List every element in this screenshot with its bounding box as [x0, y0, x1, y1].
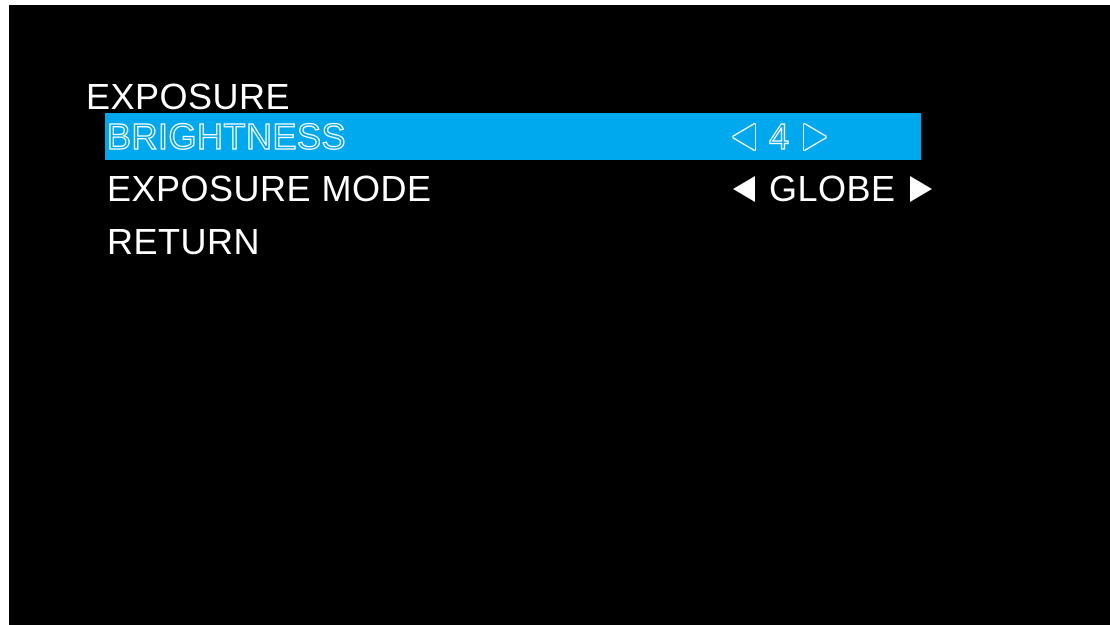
brightness-value-selector[interactable]: 4 [733, 113, 826, 160]
menu-item-return[interactable]: RETURN [105, 218, 505, 265]
left-triangle-icon[interactable] [733, 175, 755, 202]
left-triangle-icon[interactable] [733, 123, 755, 150]
right-triangle-icon[interactable] [909, 175, 932, 202]
menu-item-label: BRIGHTNESS [106, 115, 347, 157]
exposure-mode-value: GLOBE [769, 168, 896, 209]
osd-screen: EXPOSURE BRIGHTNESS 4 EXPOSURE MODE GLOB… [9, 5, 1110, 625]
menu-item-exposure-mode[interactable]: EXPOSURE MODE GLOBE [105, 165, 1005, 212]
exposure-mode-value-selector[interactable]: GLOBE [733, 165, 932, 212]
menu-item-brightness[interactable]: BRIGHTNESS 4 [105, 113, 921, 160]
brightness-value: 4 [768, 115, 790, 157]
right-triangle-icon[interactable] [803, 123, 826, 150]
menu-item-label: RETURN [107, 221, 260, 262]
menu-item-label: EXPOSURE MODE [107, 168, 432, 209]
